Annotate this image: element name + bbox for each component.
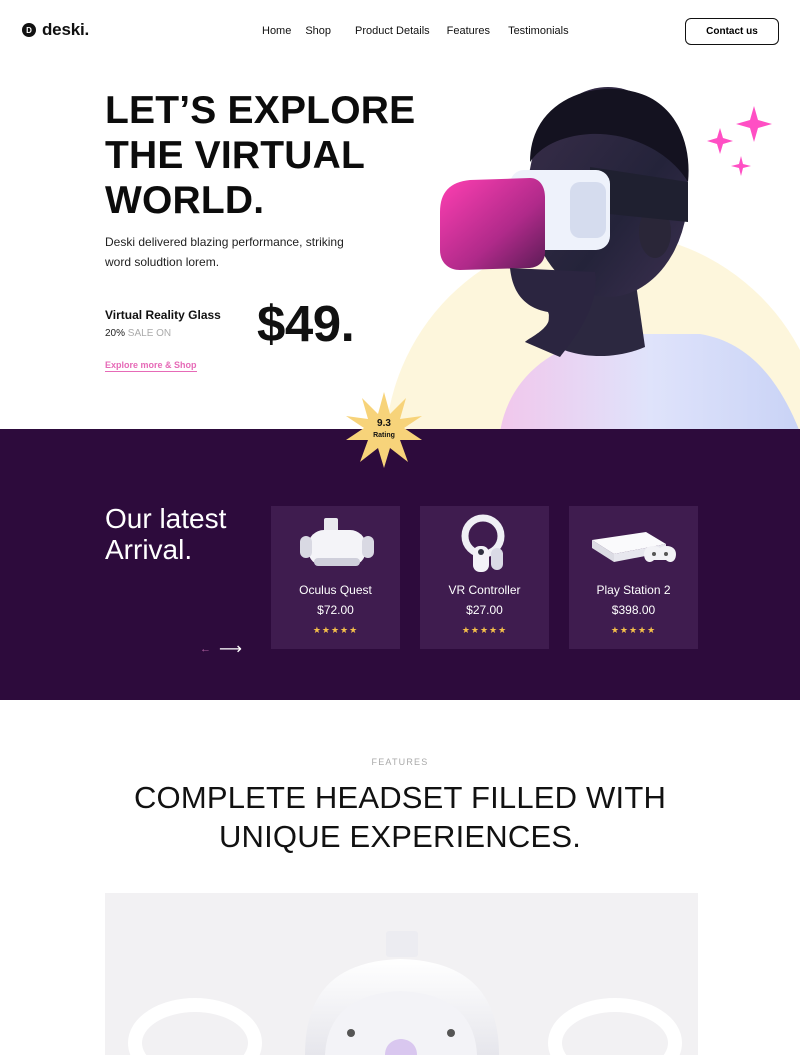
discount-percent: 20% [105, 328, 126, 339]
explore-shop-link[interactable]: Explore more & Shop [105, 360, 197, 372]
hero-price: $49. [257, 295, 355, 352]
nav-link-features[interactable]: Features [447, 25, 490, 37]
starburst-icon [346, 392, 422, 468]
nav-link-home[interactable]: Home [262, 25, 291, 37]
sale-label: SALE ON [127, 328, 172, 339]
product-price: $398.00 [611, 603, 656, 617]
star-rating-icon: ★★★★★ [312, 625, 359, 635]
nav-link-product-details[interactable]: Product Details [355, 25, 430, 37]
vr-controller-image [461, 514, 504, 572]
carousel-arrows: ← ⟶ [200, 639, 242, 659]
nav-links: Home Shop Product Details Features Testi… [262, 25, 569, 37]
brand-logo[interactable]: D deski. [22, 20, 89, 40]
product-card[interactable]: VR Controller $27.00 ★★★★★ [420, 506, 549, 649]
product-card[interactable]: Play Station 2 $398.00 ★★★★★ [569, 506, 698, 649]
nav-link-testimonials[interactable]: Testimonials [508, 25, 569, 37]
brand-name: deski. [42, 20, 89, 39]
nav-link-shop[interactable]: Shop [305, 25, 331, 37]
oculus-headset-image [299, 518, 374, 566]
star-rating-icon: ★★★★★ [610, 625, 657, 635]
sale-info: 20% SALE ON [105, 328, 171, 339]
playstation-console-image [591, 532, 676, 562]
product-name: Play Station 2 [596, 583, 671, 597]
product-card[interactable]: Oculus Quest $72.00 ★★★★★ [271, 506, 400, 649]
product-name: Oculus Quest [299, 583, 372, 597]
top-navbar: D deski. Home Shop Product Details Featu… [0, 0, 800, 62]
rating-badge: 9.3 Rating [344, 390, 424, 470]
star-rating-icon: ★★★★★ [461, 625, 508, 635]
features-title: COMPLETE HEADSET FILLED WITH UNIQUE EXPE… [133, 780, 667, 854]
contact-us-button[interactable]: Contact us [685, 18, 779, 45]
hero-description: Deski delivered blazing performance, str… [105, 235, 344, 269]
rating-label: Rating [373, 432, 395, 439]
arrow-right-icon[interactable]: ⟶ [219, 639, 242, 659]
product-name: VR Controller [448, 583, 521, 597]
feature-headset-image [105, 893, 698, 1055]
logo-mark-icon: D [22, 23, 36, 37]
vr-headset-render [128, 931, 682, 1055]
product-price: $72.00 [317, 603, 354, 617]
arrival-title: Our latest Arrival. [105, 503, 227, 565]
features-label: FEATURES [371, 757, 429, 767]
rating-value: 9.3 [377, 418, 391, 429]
hero-title: LET’S EXPLORE THE VIRTUAL WORLD. [105, 89, 416, 222]
sparkle-icon [707, 106, 772, 176]
product-price: $27.00 [466, 603, 503, 617]
product-name: Virtual Reality Glass [105, 308, 221, 322]
hero-section: LET’S EXPLORE THE VIRTUAL WORLD. Deski d… [0, 62, 800, 429]
arrow-left-icon[interactable]: ← [200, 643, 211, 655]
